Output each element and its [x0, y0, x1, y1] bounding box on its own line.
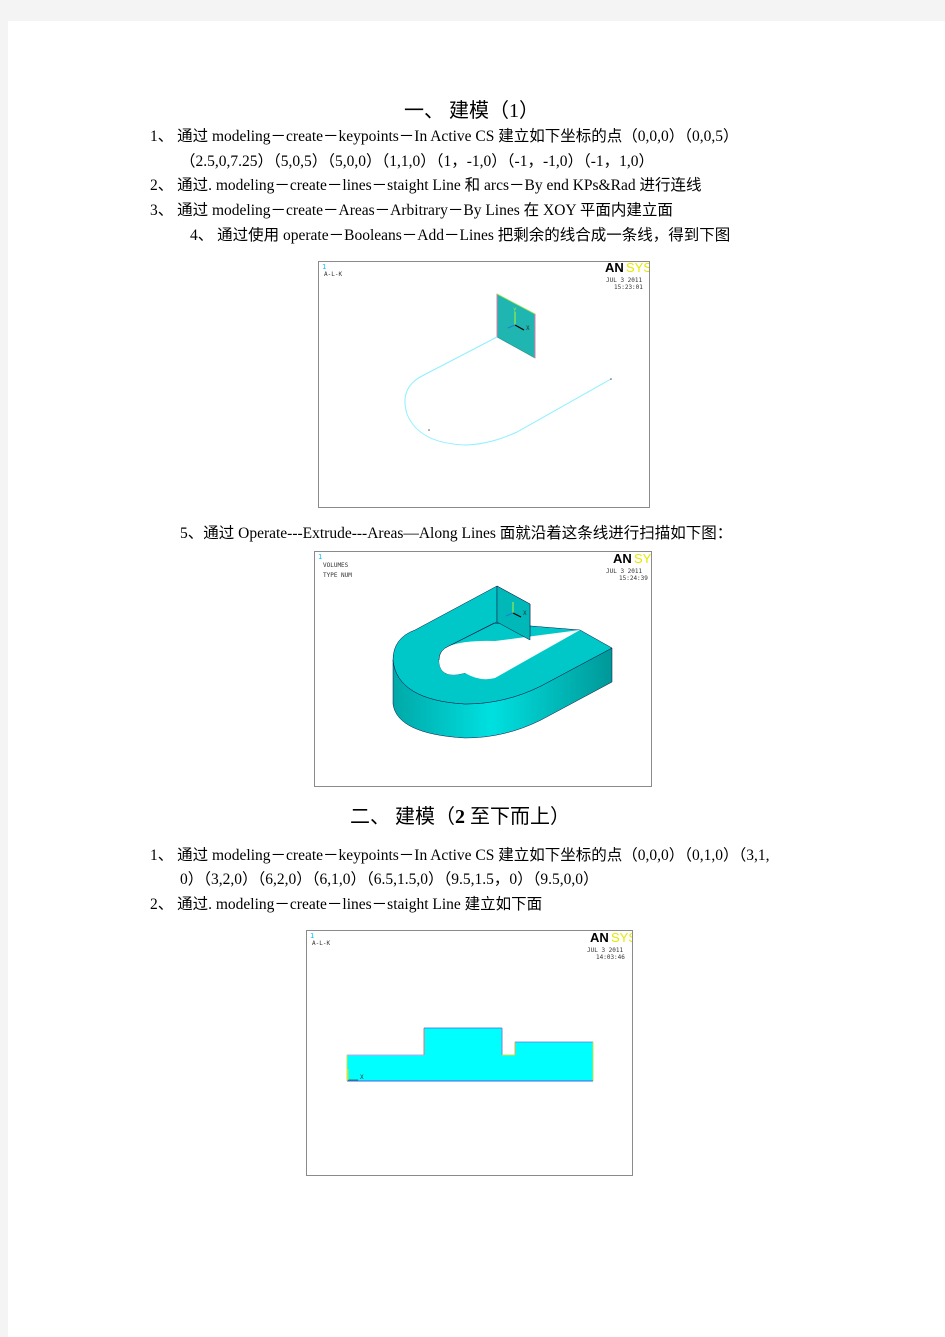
plot-date: JUL 3 2011: [606, 277, 643, 284]
document-page: 一、 建模（1） 1、 通过 modeling－create－keypoints…: [8, 21, 945, 1337]
y-axis-label: Y: [513, 307, 517, 314]
step-2-1: 1、 通过 modeling－create－keypoints－In Activ…: [150, 847, 770, 864]
plot-label-type: TYPE NUM: [323, 572, 352, 579]
step-1-5: 5、通过 Operate---Extrude---Areas—Along Lin…: [180, 525, 733, 542]
keypoint: [610, 378, 612, 380]
plot-label: A-L-K: [324, 271, 342, 278]
heading-suffix: 至下而上）: [465, 806, 570, 828]
ansys-logo-bold: AN: [613, 552, 632, 566]
heading-prefix: 二、 建模（: [350, 806, 455, 828]
plot-label: A-L-K: [312, 940, 330, 947]
step-1-2: 2、 通过. modeling－create－lines－staight Lin…: [150, 177, 702, 194]
figure-3-stepped-area: 1 A-L-K AN SYS JUL 3 2011 14:03:46 X: [306, 930, 633, 1176]
step-2-1-cont: 0）（3,2,0）（6,2,0）（6,1,0）（6.5,1.5,0）（9.5,1…: [180, 871, 599, 888]
plot-label-volumes: VOLUMES: [323, 562, 349, 569]
sweep-path-line: [404, 336, 612, 446]
step-1-4: 4、 通过使用 operate－Booleans－Add－Lines 把剩余的线…: [190, 227, 731, 244]
step-1-1: 1、 通过 modeling－create－keypoints－In Activ…: [150, 128, 739, 145]
x-axis-label: X: [523, 610, 527, 617]
keypoint: [428, 429, 430, 431]
plot-date: JUL 3 2011: [606, 568, 643, 575]
heading-number: 2: [455, 806, 465, 828]
plot-time: 15:23:01: [614, 284, 643, 291]
plot-date: JUL 3 2011: [587, 947, 624, 954]
ansys-logo-light: SYS: [626, 262, 650, 275]
section-1-heading: 一、 建模（1）: [404, 100, 539, 122]
ansys-logo-light: SYS: [634, 552, 652, 566]
plot-time: 14:03:46: [596, 954, 625, 961]
step-1-3: 3、 通过 modeling－create－Areas－Arbitrary－By…: [150, 202, 673, 219]
figure-1-keypoint-line-plane: 1 A-L-K AN SYS JUL 3 2011 15:23:01 Y X: [318, 261, 650, 508]
ansys-logo-bold: AN: [590, 931, 609, 945]
step-1-1-cont: （2.5,0,7.25）（5,0,5）（5,0,0）（1,1,0）（1，-1,0…: [180, 153, 655, 170]
ansys-logo-bold: AN: [605, 262, 624, 275]
window-number: 1: [322, 263, 326, 271]
window-number: 1: [318, 553, 322, 561]
section-2-heading: 二、 建模（2 至下而上）: [350, 805, 570, 829]
x-axis-label: X: [526, 325, 530, 332]
plot-time: 15:24:39: [619, 575, 648, 582]
ansys-logo-light: SYS: [611, 931, 633, 945]
window-number: 1: [310, 932, 314, 940]
x-axis-label: X: [360, 1074, 364, 1081]
figure-2-extruded-volume: 1 VOLUMES TYPE NUM AN SYS JUL 3 2011 15:…: [314, 551, 652, 787]
step-2-2: 2、 通过. modeling－create－lines－staight Lin…: [150, 896, 543, 913]
